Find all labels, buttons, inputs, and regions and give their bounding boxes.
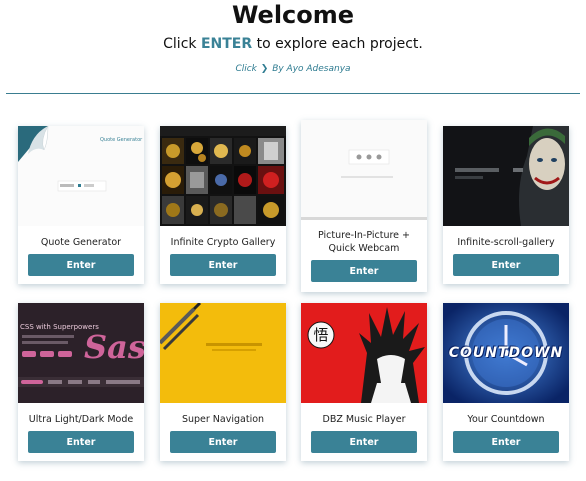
chevron-right-icon: ❯ [260, 64, 269, 74]
enter-button-crypto-gallery[interactable]: Enter [170, 254, 276, 276]
author-credit[interactable]: Click ❯ By Ayo Adesanya [0, 63, 586, 75]
project-thumbnail: Quote Generator [18, 126, 144, 226]
project-card-quote-generator: Quote Generator Quote Generator Enter [18, 126, 144, 284]
enter-button-dbz-music-player[interactable]: Enter [311, 431, 417, 453]
project-card-crypto-gallery: Infinite Crypto Gallery Enter [160, 126, 286, 284]
page-title: Welcome [231, 1, 355, 29]
project-title: Quote Generator [40, 237, 122, 248]
page-subtitle: Click ENTER to explore each project. [0, 34, 586, 54]
enter-button-infinite-scroll[interactable]: Enter [453, 254, 559, 276]
project-title: DBZ Music Player [322, 414, 406, 425]
enter-button-countdown[interactable]: Enter [453, 431, 559, 453]
project-title-line-2: Quick Webcam [328, 243, 400, 254]
project-title: Infinite-scroll-gallery [457, 237, 555, 248]
project-thumbnail [301, 120, 427, 220]
project-thumbnail [160, 303, 286, 403]
enter-button-picture-in-picture[interactable]: Enter [311, 260, 417, 282]
enter-button-light-dark-mode[interactable]: Enter [28, 431, 134, 453]
project-title: Ultra Light/Dark Mode [28, 414, 134, 425]
project-card-super-navigation: Super Navigation Enter [160, 303, 286, 461]
thumbnail-image [443, 126, 569, 226]
project-thumbnail [160, 126, 286, 226]
thumbnail-image [301, 303, 427, 403]
project-card-dbz-music-player: 悟 DBZ Music Player Enter [301, 303, 427, 461]
thumbnail-caption: Quote Generator [100, 137, 143, 143]
header-divider [6, 93, 580, 94]
credit-author-text: By Ayo Adesanya [272, 64, 351, 74]
project-card-picture-in-picture: Picture-In-Picture + Quick Webcam Enter [301, 120, 427, 292]
project-title: Infinite Crypto Gallery [170, 237, 276, 248]
credit-click-text: Click [235, 64, 257, 74]
kanji-symbol: 悟 [313, 326, 329, 344]
enter-button-super-navigation[interactable]: Enter [170, 431, 276, 453]
project-thumbnail [443, 126, 569, 226]
project-card-infinite-scroll: Infinite-scroll-gallery Enter [443, 126, 569, 284]
project-title-line-1: Picture-In-Picture + [318, 230, 410, 241]
thumbnail-image [160, 126, 286, 224]
project-thumbnail: CSS with Superpowers Sass [18, 303, 144, 403]
thumbnail-caption: COUNTDOWN [448, 345, 564, 361]
enter-button-quote-generator[interactable]: Enter [28, 254, 134, 276]
project-thumbnail: COUNTDOWN [443, 303, 569, 403]
project-title: Super Navigation [181, 414, 265, 425]
project-card-countdown: COUNTDOWN Your Countdown Enter [443, 303, 569, 461]
project-card-light-dark-mode: CSS with Superpowers Sass Ultra Light/Da… [18, 303, 144, 461]
sass-logo: Sass [84, 328, 144, 366]
subtitle-text-end: to explore each project. [252, 36, 423, 52]
subtitle-enter-highlight: ENTER [200, 36, 253, 52]
project-title: Your Countdown [467, 414, 545, 425]
project-thumbnail: 悟 [301, 303, 427, 403]
subtitle-text: Click [163, 36, 201, 52]
thumbnail-image [301, 149, 427, 220]
thumbnail-image [160, 303, 286, 403]
